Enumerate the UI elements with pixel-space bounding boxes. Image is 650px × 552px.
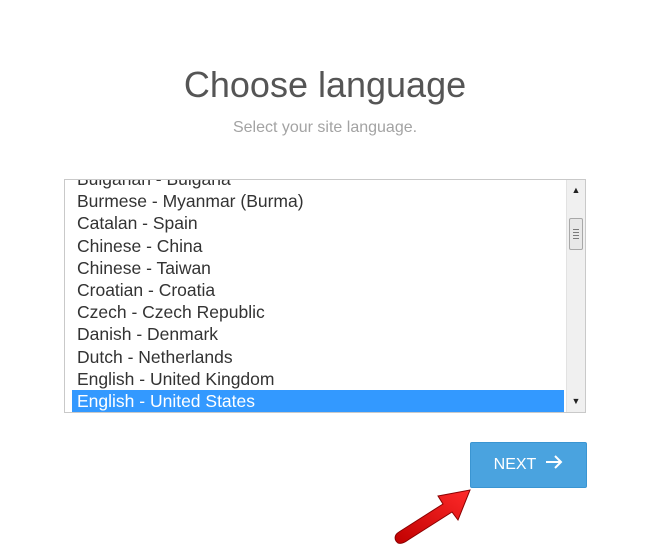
scroll-up-icon[interactable]: ▲ — [567, 182, 585, 199]
listbox-scrollbar[interactable]: ▲ ▼ — [566, 180, 585, 412]
language-option[interactable]: Czech - Czech Republic — [72, 301, 564, 323]
language-listbox[interactable]: Bulgarian - Bulgaria Burmese - Myanmar (… — [64, 179, 586, 413]
language-options: Bulgarian - Bulgaria Burmese - Myanmar (… — [72, 180, 564, 412]
page-title: Choose language — [183, 64, 467, 105]
language-option[interactable]: English - United Kingdom — [72, 368, 564, 390]
language-option[interactable]: Burmese - Myanmar (Burma) — [72, 190, 564, 212]
language-option[interactable]: Chinese - China — [72, 235, 564, 257]
grip-line — [573, 235, 579, 236]
language-option[interactable]: Bulgarian - Bulgaria — [72, 180, 564, 190]
language-option[interactable]: Catalan - Spain — [72, 212, 564, 234]
language-option[interactable]: Dutch - Netherlands — [72, 346, 564, 368]
next-button[interactable]: NEXT — [470, 442, 587, 488]
grip-line — [573, 232, 579, 233]
scroll-down-icon[interactable]: ▼ — [567, 393, 585, 410]
language-option[interactable]: Croatian - Croatia — [72, 279, 564, 301]
grip-line — [573, 238, 579, 239]
language-option[interactable]: Chinese - Taiwan — [72, 257, 564, 279]
annotation-arrow-icon — [394, 489, 471, 544]
language-setup-page: Choose language Select your site languag… — [0, 0, 650, 552]
arrow-right-icon — [545, 443, 563, 487]
grip-line — [573, 229, 579, 230]
language-option-selected[interactable]: English - United States — [72, 389, 564, 412]
scrollbar-thumb[interactable] — [569, 218, 583, 250]
language-option[interactable]: Danish - Denmark — [72, 323, 564, 345]
page-subtitle: Select your site language. — [232, 119, 418, 136]
next-button-label: NEXT — [493, 456, 537, 474]
